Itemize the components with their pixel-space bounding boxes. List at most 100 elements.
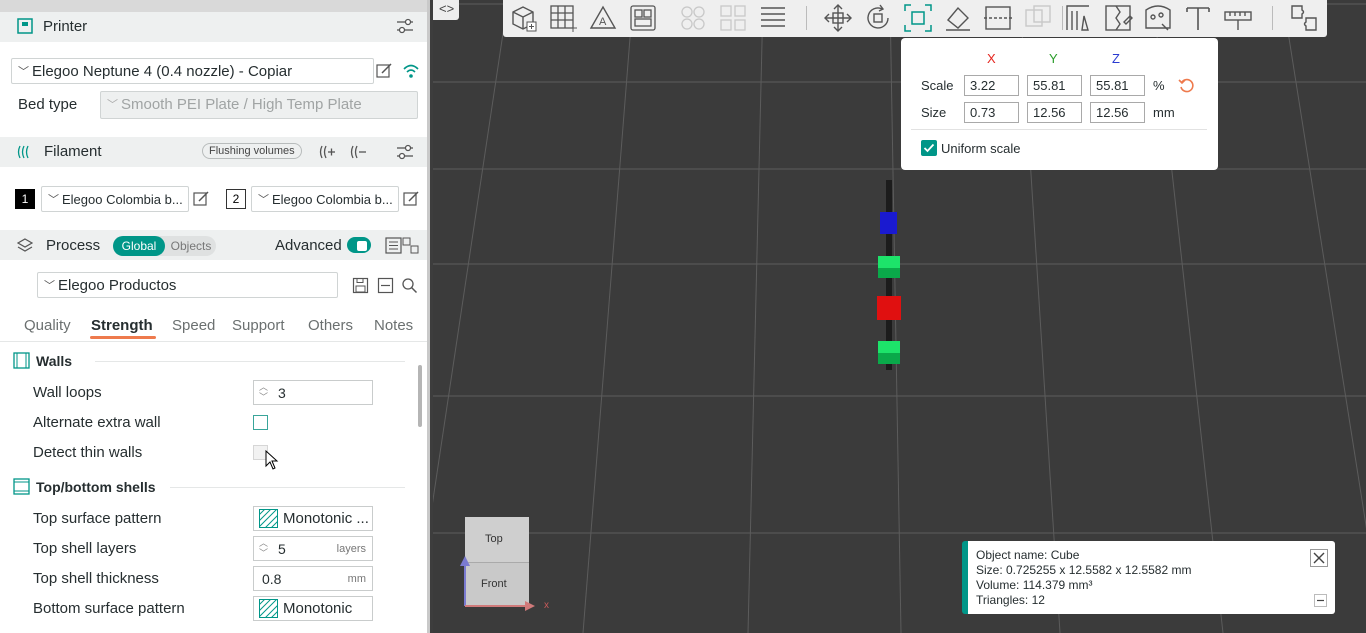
active-tab-indicator [90, 336, 156, 339]
wifi-icon[interactable] [402, 62, 420, 80]
bottom-surface-pattern-label: Bottom surface pattern [33, 600, 185, 617]
object-name: Object name: Cube [976, 548, 1080, 562]
add-object-icon[interactable] [507, 2, 539, 34]
walls-icon [13, 352, 30, 369]
sidebar: Printer ﹀ Elegoo Neptune 4 (0.4 nozzle) … [0, 0, 430, 633]
size-z-input[interactable]: 12.56 [1090, 102, 1145, 123]
printer-profile-select[interactable]: ﹀ Elegoo Neptune 4 (0.4 nozzle) - Copiar [11, 58, 374, 84]
global-toggle-option[interactable]: Global [113, 236, 165, 256]
chevron-down-icon: ﹀ [18, 66, 29, 78]
measure-icon[interactable] [1222, 2, 1254, 34]
remove-filament-icon[interactable] [349, 143, 367, 161]
alternate-extra-wall-checkbox[interactable] [253, 415, 268, 430]
scale-y-input[interactable]: 55.81 [1027, 75, 1082, 96]
tab-speed[interactable]: Speed [172, 317, 215, 334]
top-surface-pattern-select[interactable]: Monotonic ... [253, 506, 373, 531]
filament-slot-1-select[interactable]: ﹀ Elegoo Colombia b... [41, 186, 189, 212]
text-tool-icon[interactable] [1182, 2, 1214, 34]
uniform-scale-checkbox[interactable] [921, 140, 937, 156]
top-toolbar: A [503, 0, 1327, 37]
bottom-surface-pattern-value: Monotonic [283, 600, 353, 617]
arrange-icon[interactable] [627, 2, 659, 34]
reset-icon[interactable] [1178, 77, 1195, 94]
pattern-monotonic-icon [259, 599, 278, 618]
minimize-icon[interactable] [1314, 594, 1327, 607]
filament-slot-1-index: 1 [15, 189, 35, 209]
collapse-icon[interactable] [377, 277, 394, 294]
selected-object-model[interactable] [877, 180, 901, 370]
list-icon[interactable] [385, 237, 402, 254]
size-y-input[interactable]: 12.56 [1027, 102, 1082, 123]
lay-on-face-icon[interactable] [942, 2, 974, 34]
scale-label: Scale [921, 78, 954, 93]
shells-divider [170, 487, 405, 488]
scale-x-input[interactable]: 3.22 [964, 75, 1019, 96]
edit-icon[interactable] [375, 62, 393, 80]
search-icon[interactable] [401, 277, 418, 294]
save-icon[interactable] [352, 277, 369, 294]
wall-loops-label: Wall loops [33, 384, 102, 401]
process-preset-select[interactable]: ﹀ Elegoo Productos [37, 272, 338, 298]
toolbar-divider [806, 6, 807, 30]
scale-z-input[interactable]: 55.81 [1090, 75, 1145, 96]
cut-icon[interactable] [982, 2, 1014, 34]
tab-quality[interactable]: Quality [24, 317, 71, 334]
bottom-surface-pattern-select[interactable]: Monotonic [253, 596, 373, 621]
printer-settings-icon[interactable] [396, 17, 414, 35]
close-icon[interactable] [1310, 549, 1328, 567]
collapse-sidebar-button[interactable]: <> [433, 0, 459, 20]
rotate-icon[interactable] [862, 2, 894, 34]
top-shell-layers-unit: layers [336, 543, 366, 555]
settings-scrollbar[interactable] [418, 365, 422, 427]
auto-orient-icon[interactable]: A [587, 2, 619, 34]
layers-editing-icon[interactable] [757, 2, 789, 34]
filament-settings-icon[interactable] [396, 143, 414, 161]
stepper-arrows-icon[interactable]: ︿ ﹀ [259, 382, 268, 402]
filament-icon [17, 145, 29, 159]
tab-support[interactable]: Support [232, 317, 285, 334]
object-size: Size: 0.725255 x 12.5582 x 12.5582 mm [976, 563, 1192, 577]
bed-type-label: Bed type [18, 96, 78, 113]
color-painting-icon[interactable] [1142, 2, 1174, 34]
flushing-volumes-button[interactable]: Flushing volumes [202, 143, 302, 159]
filament-slot-2-index: 2 [226, 189, 246, 209]
object-volume: Volume: 114.379 mm³ [976, 578, 1093, 592]
tab-strength[interactable]: Strength [91, 317, 153, 334]
tab-others[interactable]: Others [308, 317, 353, 334]
add-filament-icon[interactable] [318, 143, 336, 161]
compare-icon[interactable] [402, 237, 419, 254]
move-icon[interactable] [822, 2, 854, 34]
filament-title: Filament [44, 143, 102, 160]
process-preset-value: Elegoo Productos [58, 277, 177, 294]
walls-group-title: Walls [36, 353, 73, 369]
assembly-icon[interactable] [1288, 2, 1320, 34]
global-objects-toggle[interactable]: Global Objects [113, 236, 216, 256]
add-plate-icon[interactable] [547, 2, 579, 34]
size-x-input[interactable]: 0.73 [964, 102, 1019, 123]
tab-notes[interactable]: Notes [374, 317, 413, 334]
edit-icon[interactable] [402, 190, 420, 208]
filament-slot-2-select[interactable]: ﹀ Elegoo Colombia b... [251, 186, 399, 212]
uniform-scale-label: Uniform scale [941, 141, 1021, 156]
filament-slot-2-name: Elegoo Colombia b... [272, 192, 393, 207]
advanced-label: Advanced [275, 237, 342, 254]
split-objects-icon [681, 6, 705, 30]
support-painting-icon[interactable] [1062, 2, 1094, 34]
3d-viewport[interactable]: <> [433, 0, 1366, 633]
advanced-toggle[interactable] [347, 237, 371, 253]
seam-painting-icon[interactable] [1102, 2, 1134, 34]
bed-type-select[interactable]: ﹀ Smooth PEI Plate / High Temp Plate [100, 91, 418, 119]
size-label: Size [921, 105, 947, 120]
edit-icon[interactable] [192, 190, 210, 208]
top-shell-layers-input[interactable]: ︿ ﹀ 5 layers [253, 536, 373, 561]
wall-loops-input[interactable]: ︿ ﹀ 3 [253, 380, 373, 405]
object-info-panel: Object name: Cube Size: 0.725255 x 12.55… [962, 541, 1335, 614]
axis-x-gizmo-label: x [544, 600, 549, 611]
view-cube-top-label: Top [485, 533, 503, 545]
stepper-arrows-icon[interactable]: ︿ ﹀ [259, 538, 268, 558]
shells-group-title: Top/bottom shells [36, 479, 156, 495]
objects-toggle-option[interactable]: Objects [167, 236, 215, 256]
scale-icon[interactable] [902, 2, 934, 34]
top-shell-thickness-input[interactable]: 0.8 mm [253, 566, 373, 591]
process-title: Process [46, 237, 101, 254]
